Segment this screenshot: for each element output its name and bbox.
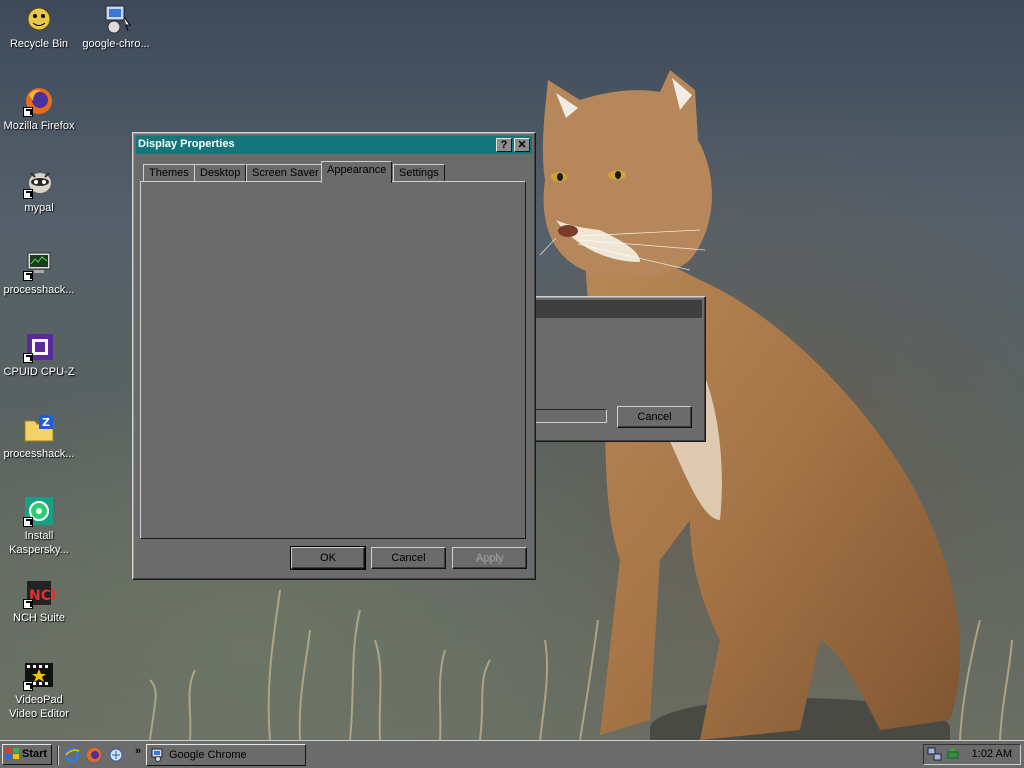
tab-settings[interactable]: Settings [393,164,445,182]
background-dialog-cancel-button[interactable]: Cancel [617,406,692,428]
mypal-icon [23,167,55,199]
desktop-icon-mozilla-firefox[interactable]: Mozilla Firefox [1,85,77,133]
videopad-icon [23,659,55,691]
shortcut-arrow-icon [23,107,33,117]
firefox-icon[interactable] [86,747,102,763]
svg-text:Z: Z [42,416,50,429]
desktop-icon-processhacker-1[interactable]: processhack... [1,249,77,297]
shortcut-arrow-icon [23,353,33,363]
windows-flag-icon [6,748,19,759]
zip-folder-icon: Z [23,413,55,445]
kaspersky-icon [23,495,55,527]
shortcut-arrow-icon [23,189,33,199]
desktop-icon-google-chrome-installer[interactable]: google-chro... [78,3,154,51]
recycle-bin-icon [23,3,55,35]
desktop-icon-nch-suite[interactable]: NCH NCH Suite [1,577,77,625]
desktop-icon-label: NCH Suite [13,612,65,624]
desktop-icon-label: VideoPad Video Editor [9,694,69,720]
desktop-icon-label: google-chro... [82,38,150,50]
apply-button[interactable]: Apply [452,547,527,569]
desktop-icon-processhacker-2[interactable]: Z processhack... [1,413,77,461]
shortcut-arrow-icon [23,271,33,281]
shortcut-arrow-icon [23,599,33,609]
safely-remove-hardware-icon[interactable] [945,746,961,762]
quick-launch-chevron[interactable]: » [135,745,141,757]
process-hacker-monitor-icon [23,249,55,281]
desktop-icon-label: mypal [24,202,54,214]
system-tray: 1:02 AM [923,744,1021,765]
desktop-icon-label: Mozilla Firefox [3,120,75,132]
desktop-icon-label: Install Kaspersky... [9,530,69,556]
desktop-icon-install-kaspersky[interactable]: Install Kaspersky... [1,495,77,557]
desktop-icon-label: processhack... [3,448,75,460]
desktop-icon-mypal[interactable]: mypal [1,167,77,215]
network-icon[interactable] [927,746,943,762]
quick-launch-divider [57,745,59,765]
firefox-icon [23,85,55,117]
installer-icon [100,3,132,35]
show-desktop-icon[interactable] [108,747,124,763]
desktop-icon-label: processhack... [3,284,75,296]
desktop-icon-recycle-bin[interactable]: Recycle Bin [1,3,77,51]
window-title: Display Properties [138,138,235,150]
help-button[interactable]: ? [496,138,512,152]
ok-button[interactable]: OK [290,546,366,570]
close-button[interactable]: ✕ [514,138,530,152]
tab-content-panel [140,181,526,539]
desktop-icon-videopad[interactable]: VideoPad Video Editor [1,659,77,721]
nch-suite-icon: NCH [23,577,63,609]
taskbar-button-label: Google Chrome [169,749,247,761]
taskbar: Start » Google Chrome 1:02 AM [0,740,1024,768]
background-dialog-progress-field [535,409,607,423]
internet-explorer-icon[interactable] [64,747,80,763]
start-button[interactable]: Start [2,744,52,765]
tab-themes[interactable]: Themes [143,164,195,182]
desktop-icon-label: Recycle Bin [9,38,69,50]
desktop-icon-cpuid-cpu-z[interactable]: CPUID CPU-Z [1,331,77,379]
desktop: Recycle Bin google-chro... Mozilla Firef… [0,0,1024,740]
tab-screen-saver[interactable]: Screen Saver [246,164,325,182]
titlebar: Display Properties ? ✕ [136,136,532,154]
background-dialog-titlebar [524,300,702,318]
clock[interactable]: 1:02 AM [972,748,1012,760]
shortcut-arrow-icon [23,681,33,691]
start-label: Start [22,748,48,760]
desktop-icon-label: CPUID CPU-Z [3,366,75,378]
tab-appearance[interactable]: Appearance [321,161,393,183]
display-properties-window: Display Properties ? ✕ Themes Desktop Sc… [132,132,536,580]
taskbar-button-google-chrome[interactable]: Google Chrome [146,744,306,766]
background-dialog: Cancel [520,296,706,442]
chrome-installer-icon [151,748,163,762]
cpu-z-icon [23,331,55,363]
shortcut-arrow-icon [23,517,33,527]
tab-desktop[interactable]: Desktop [194,164,247,182]
cancel-button[interactable]: Cancel [371,547,446,569]
